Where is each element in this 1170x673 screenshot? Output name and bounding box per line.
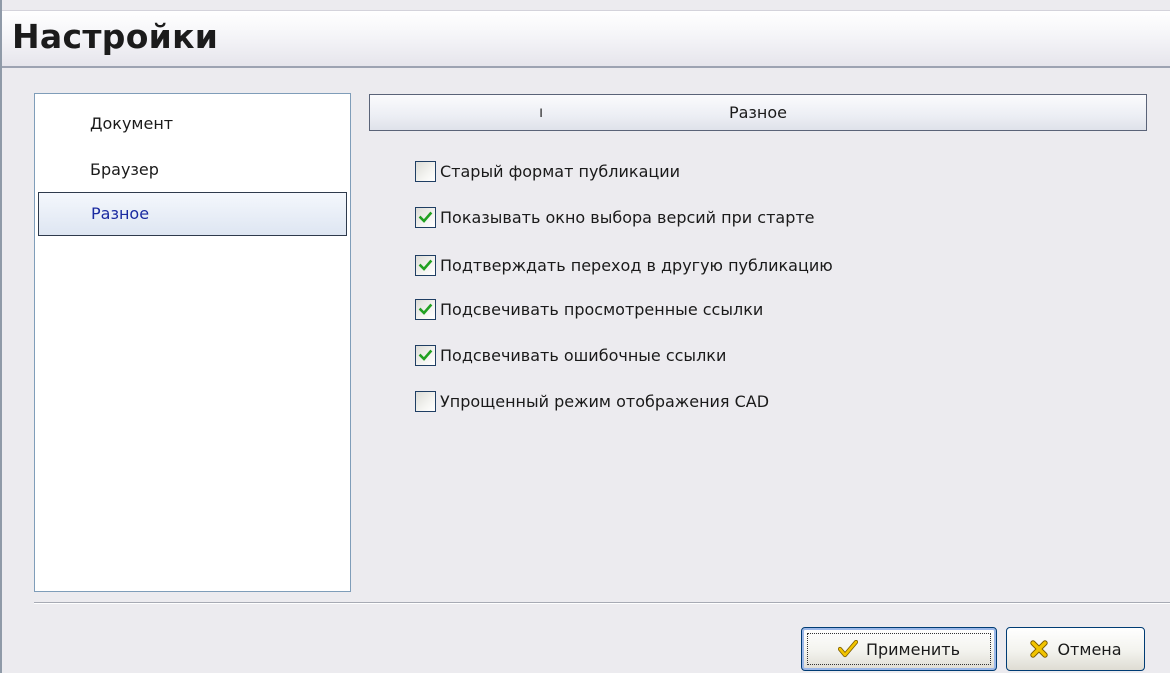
cancel-button[interactable]: Отмена bbox=[1006, 627, 1145, 671]
window-title: Настройки bbox=[12, 17, 219, 56]
option-label: Упрощенный режим отображения CAD bbox=[440, 391, 770, 411]
option-highlight-visited-links[interactable]: Подсвечивать просмотренные ссылки bbox=[415, 296, 763, 322]
sidebar-item-document[interactable]: Документ bbox=[38, 102, 347, 146]
checkbox[interactable] bbox=[415, 160, 436, 182]
check-mark-icon bbox=[418, 259, 433, 271]
option-label: Подсвечивать просмотренные ссылки bbox=[440, 299, 764, 319]
check-mark-icon bbox=[418, 303, 433, 315]
sidebar-item-label: Браузер bbox=[90, 160, 159, 179]
option-label: Старый формат публикации bbox=[440, 161, 681, 181]
checkbox[interactable] bbox=[415, 206, 436, 228]
settings-sidebar: Документ Браузер Разное bbox=[34, 93, 351, 592]
option-simplified-cad-mode[interactable]: Упрощенный режим отображения CAD bbox=[415, 388, 769, 414]
settings-window: Настройки Документ Браузер Разное ı Разн… bbox=[0, 0, 1170, 673]
footer-separator bbox=[34, 602, 1170, 604]
sidebar-item-label: Разное bbox=[91, 204, 150, 223]
option-old-publication-format[interactable]: Старый формат публикации bbox=[415, 158, 680, 184]
sidebar-item-label: Документ bbox=[90, 114, 174, 133]
checkmark-icon bbox=[837, 640, 858, 658]
cross-icon bbox=[1029, 639, 1049, 659]
apply-button[interactable]: Применить bbox=[801, 627, 997, 671]
option-label: Показывать окно выбора версий при старте bbox=[440, 207, 815, 227]
option-show-version-selector[interactable]: Показывать окно выбора версий при старте bbox=[415, 204, 815, 230]
checkbox[interactable] bbox=[415, 344, 436, 366]
checkbox[interactable] bbox=[415, 390, 436, 412]
check-mark-icon bbox=[418, 211, 433, 223]
sidebar-item-browser[interactable]: Браузер bbox=[38, 148, 347, 192]
option-label: Подсвечивать ошибочные ссылки bbox=[440, 345, 727, 365]
option-label: Подтверждать переход в другую публикацию bbox=[440, 255, 833, 275]
section-header: ı Разное bbox=[369, 94, 1147, 131]
option-confirm-publication-switch[interactable]: Подтверждать переход в другую публикацию bbox=[415, 252, 833, 278]
check-mark-icon bbox=[418, 349, 433, 361]
checkbox[interactable] bbox=[415, 254, 436, 276]
section-title: Разное bbox=[728, 103, 788, 122]
checkbox[interactable] bbox=[415, 298, 436, 320]
title-bar: Настройки bbox=[2, 10, 1170, 68]
apply-button-label: Применить bbox=[865, 639, 961, 659]
cancel-button-label: Отмена bbox=[1057, 639, 1122, 659]
option-highlight-broken-links[interactable]: Подсвечивать ошибочные ссылки bbox=[415, 342, 726, 368]
sidebar-item-misc[interactable]: Разное bbox=[38, 192, 347, 236]
